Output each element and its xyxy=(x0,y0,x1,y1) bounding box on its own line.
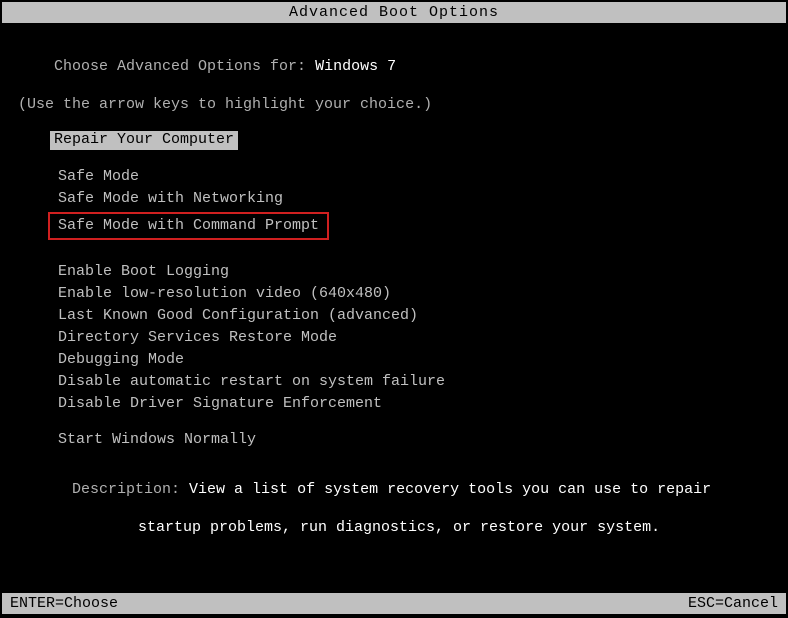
boot-option[interactable]: Disable Driver Signature Enforcement xyxy=(18,395,770,412)
boot-option[interactable]: Directory Services Restore Mode xyxy=(18,329,770,346)
footer-bar: ENTER=Choose ESC=Cancel xyxy=(2,593,786,614)
instruction-line: (Use the arrow keys to highlight your ch… xyxy=(18,96,770,113)
prompt-label: Choose Advanced Options for: xyxy=(54,58,315,75)
repair-row[interactable]: Repair Your Computer xyxy=(18,131,770,150)
boot-option[interactable]: Enable low-resolution video (640x480) xyxy=(18,285,770,302)
description-label: Description: xyxy=(72,481,189,498)
title-text: Advanced Boot Options xyxy=(289,4,499,21)
boot-option[interactable]: Disable automatic restart on system fail… xyxy=(18,373,770,390)
footer-esc: ESC=Cancel xyxy=(688,595,778,612)
boot-option[interactable]: Safe Mode with Command Prompt xyxy=(48,212,329,240)
boot-option[interactable]: Safe Mode with Networking xyxy=(18,190,770,207)
boot-option[interactable]: Enable Boot Logging xyxy=(18,263,770,280)
options-group-2: Enable Boot Logging Enable low-resolution… xyxy=(18,263,770,412)
boot-option[interactable]: Safe Mode xyxy=(18,168,770,185)
boot-option[interactable]: Start Windows Normally xyxy=(18,431,770,448)
description-block: Description: View a list of system recov… xyxy=(18,464,770,536)
content-area: Choose Advanced Options for: Windows 7 (… xyxy=(0,23,788,536)
boot-option[interactable]: Last Known Good Configuration (advanced) xyxy=(18,307,770,324)
boot-option[interactable]: Debugging Mode xyxy=(18,351,770,368)
title-bar: Advanced Boot Options xyxy=(2,2,786,23)
prompt-line: Choose Advanced Options for: Windows 7 xyxy=(18,41,770,92)
options-group-1: Safe Mode Safe Mode with Networking Safe M… xyxy=(18,168,770,245)
repair-block: Repair Your Computer xyxy=(18,131,770,150)
description-text-1: View a list of system recovery tools you… xyxy=(189,481,711,498)
footer-enter: ENTER=Choose xyxy=(10,595,118,612)
options-group-3: Start Windows Normally xyxy=(18,431,770,448)
repair-option-selected: Repair Your Computer xyxy=(50,131,238,150)
description-text-2: startup problems, run diagnostics, or re… xyxy=(18,519,770,536)
os-name: Windows 7 xyxy=(315,58,396,75)
